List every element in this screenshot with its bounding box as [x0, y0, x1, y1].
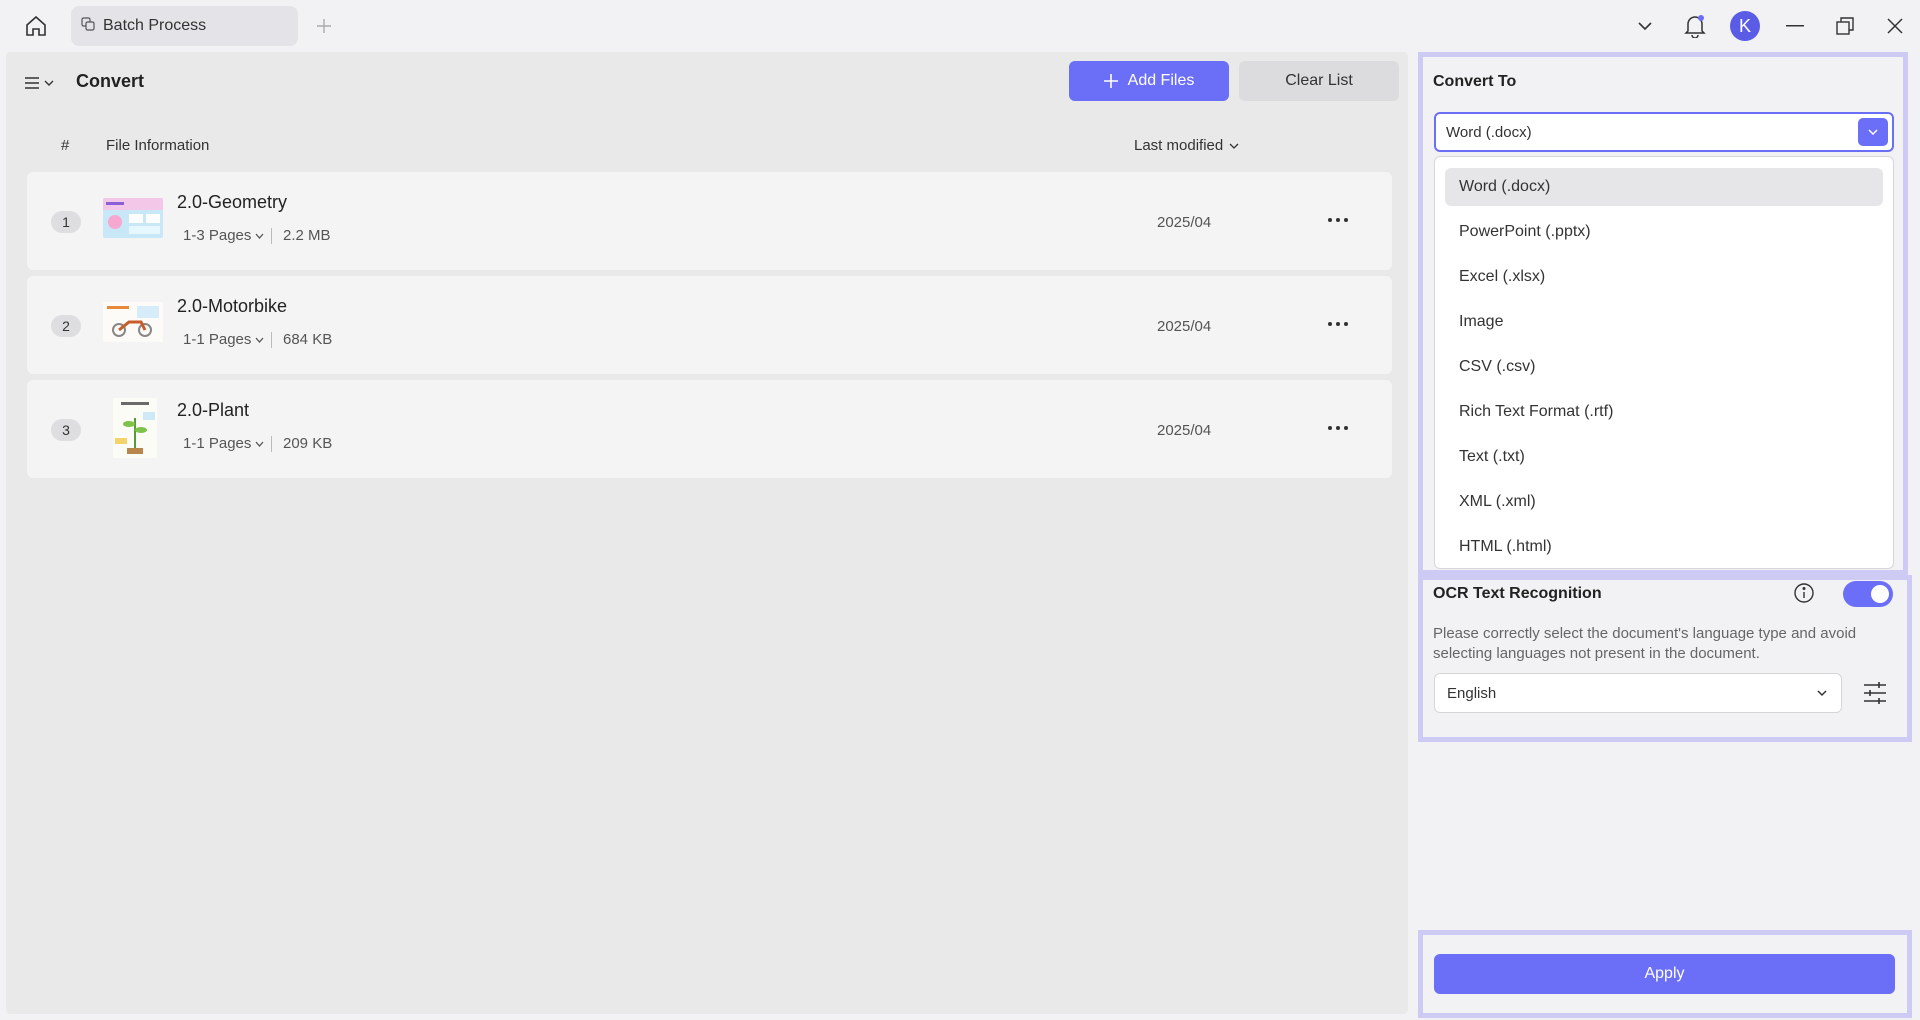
- format-option[interactable]: Word (.docx): [1445, 168, 1883, 206]
- file-name: 2.0-Motorbike: [177, 296, 288, 316]
- minimize-icon[interactable]: [1770, 0, 1820, 52]
- file-list-panel: Convert Add Files Clear List # File Info…: [6, 52, 1408, 1014]
- format-option[interactable]: Rich Text Format (.rtf): [1445, 393, 1883, 431]
- divider: [271, 332, 272, 348]
- format-select[interactable]: Word (.docx): [1434, 112, 1894, 152]
- file-name: 2.0-Geometry: [177, 192, 288, 212]
- file-row[interactable]: 2 2.0-Motorbike 1-1 Pages 684 KB 2025/04: [27, 276, 1392, 374]
- file-size: 209 KB: [283, 435, 333, 452]
- add-files-button[interactable]: Add Files: [1069, 61, 1229, 101]
- page-range-selector[interactable]: 1-3 Pages: [183, 227, 264, 244]
- tab-label: Batch Process: [103, 17, 207, 34]
- page-range-selector[interactable]: 1-1 Pages: [183, 435, 264, 452]
- row-number: 2: [51, 315, 81, 337]
- file-row[interactable]: 3 2.0-Plant 1-1 Pages 209 KB 2025/04: [27, 380, 1392, 478]
- column-last-modified: Last modified: [1134, 137, 1224, 154]
- add-files-label: Add Files: [1127, 72, 1195, 89]
- ocr-label: OCR Text Recognition: [1433, 585, 1602, 602]
- more-options-icon[interactable]: [1323, 208, 1353, 232]
- toggle-knob: [1871, 585, 1889, 603]
- format-option[interactable]: Text (.txt): [1445, 438, 1883, 476]
- row-number: 3: [51, 419, 81, 441]
- plus-icon: [1103, 74, 1118, 88]
- restore-icon[interactable]: [1820, 0, 1870, 52]
- apply-button[interactable]: Apply: [1434, 954, 1895, 994]
- format-option[interactable]: HTML (.html): [1445, 528, 1883, 566]
- selected-language: English: [1447, 684, 1497, 702]
- chevron-down-icon: [255, 233, 264, 239]
- chevron-down-icon[interactable]: [1858, 118, 1888, 146]
- title-bar: Batch Process K: [0, 0, 1920, 52]
- chevron-down-icon: [255, 441, 264, 447]
- ocr-toggle[interactable]: [1843, 581, 1893, 607]
- menu-button[interactable]: [24, 70, 64, 96]
- chevron-down-icon: [1229, 143, 1239, 149]
- close-icon[interactable]: [1870, 0, 1920, 52]
- add-tab-icon[interactable]: [312, 14, 336, 38]
- divider: [271, 436, 272, 452]
- selected-format: Word (.docx): [1446, 123, 1532, 141]
- page-title: Convert: [76, 71, 145, 91]
- home-icon[interactable]: [20, 12, 52, 40]
- divider: [271, 228, 272, 244]
- hamburger-icon: [25, 77, 39, 89]
- page-range: 1-1 Pages: [183, 331, 252, 348]
- chevron-down-icon: [44, 80, 54, 86]
- file-date: 2025/04: [1157, 318, 1212, 335]
- page-range: 1-3 Pages: [183, 227, 252, 244]
- file-thumbnail: [113, 398, 157, 458]
- file-thumbnail: [103, 302, 163, 342]
- format-option[interactable]: CSV (.csv): [1445, 348, 1883, 386]
- chevron-down-icon[interactable]: [1620, 0, 1670, 52]
- chevron-down-icon: [1817, 690, 1827, 697]
- more-options-icon[interactable]: [1323, 312, 1353, 336]
- column-file-information: File Information: [106, 137, 210, 154]
- column-number: #: [61, 137, 70, 154]
- format-option[interactable]: Excel (.xlsx): [1445, 258, 1883, 296]
- user-avatar[interactable]: K: [1720, 0, 1770, 52]
- file-row[interactable]: 1 2.0-Geometry 1-3 Pages 2.2 MB 2025/04: [27, 172, 1392, 270]
- tab-batch-process[interactable]: Batch Process: [71, 6, 298, 46]
- sort-last-modified[interactable]: Last modified: [1134, 137, 1239, 154]
- format-dropdown: Word (.docx) PowerPoint (.pptx) Excel (.…: [1434, 156, 1894, 569]
- page-range: 1-1 Pages: [183, 435, 252, 452]
- panel-header: Convert Add Files Clear List: [6, 52, 1408, 112]
- ocr-description: Please correctly select the document's l…: [1433, 625, 1857, 662]
- language-select[interactable]: English: [1434, 673, 1842, 713]
- file-date: 2025/04: [1157, 214, 1212, 231]
- file-size: 684 KB: [283, 331, 333, 348]
- info-icon[interactable]: [1793, 582, 1815, 604]
- clear-list-button[interactable]: Clear List: [1239, 61, 1399, 101]
- format-option[interactable]: Image: [1445, 303, 1883, 341]
- file-name: 2.0-Plant: [177, 400, 250, 420]
- row-number: 1: [51, 211, 81, 233]
- format-option[interactable]: PowerPoint (.pptx): [1445, 213, 1883, 251]
- chevron-down-icon: [255, 337, 264, 343]
- file-size: 2.2 MB: [283, 227, 331, 244]
- file-thumbnail: [103, 198, 163, 238]
- format-option[interactable]: XML (.xml): [1445, 483, 1883, 521]
- more-options-icon[interactable]: [1323, 416, 1353, 440]
- settings-sliders-icon[interactable]: [1860, 678, 1890, 708]
- page-range-selector[interactable]: 1-1 Pages: [183, 331, 264, 348]
- file-date: 2025/04: [1157, 422, 1212, 439]
- convert-to-label: Convert To: [1433, 73, 1517, 90]
- bell-icon[interactable]: [1670, 0, 1720, 52]
- batch-icon: [81, 16, 95, 36]
